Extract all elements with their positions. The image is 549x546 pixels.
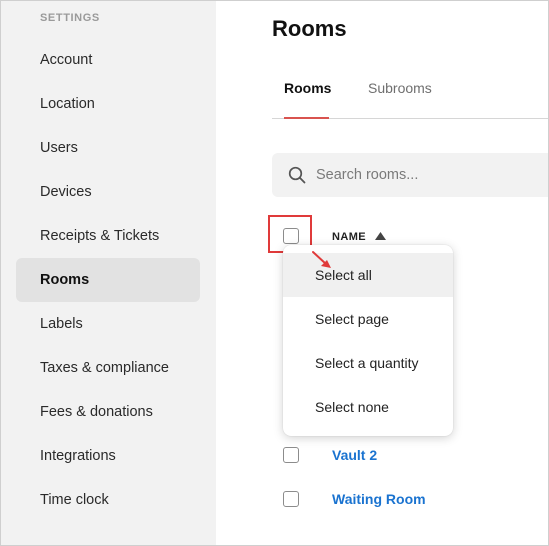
- row-checkbox[interactable]: [283, 447, 299, 463]
- search-input[interactable]: [316, 153, 546, 197]
- select-dropdown-menu: Select all Select page Select a quantity…: [283, 245, 453, 436]
- row-checkbox[interactable]: [283, 491, 299, 507]
- sidebar-item-label: Rooms: [40, 272, 90, 288]
- sidebar-item-fees-donations[interactable]: Fees & donations: [16, 390, 200, 434]
- column-header-name[interactable]: NAME: [332, 231, 366, 243]
- page-title: Rooms: [272, 16, 347, 41]
- menu-item-select-quantity[interactable]: Select a quantity: [283, 341, 453, 385]
- sidebar-item-receipts-tickets[interactable]: Receipts & Tickets: [16, 214, 200, 258]
- sidebar-item-label: Location: [40, 96, 95, 112]
- menu-item-select-all[interactable]: Select all: [283, 253, 453, 297]
- sidebar-item-location[interactable]: Location: [16, 82, 200, 126]
- sidebar-item-label: Devices: [40, 184, 92, 200]
- sidebar-item-label: Fees & donations: [40, 404, 153, 420]
- sidebar-item-label: Users: [40, 140, 78, 156]
- tab-subrooms[interactable]: Subrooms: [368, 80, 432, 96]
- active-tab-indicator: [284, 117, 329, 119]
- sidebar-heading: SETTINGS: [40, 12, 100, 24]
- sidebar-item-time-clock[interactable]: Time clock: [16, 478, 200, 522]
- search-icon: [288, 166, 306, 184]
- menu-item-select-page[interactable]: Select page: [283, 297, 453, 341]
- sidebar-item-label: Receipts & Tickets: [40, 228, 160, 244]
- sidebar-item-users[interactable]: Users: [16, 126, 200, 170]
- sidebar-item-devices[interactable]: Devices: [16, 170, 200, 214]
- sidebar-item-rooms[interactable]: Rooms: [16, 258, 200, 302]
- annotation-arrow-icon: [312, 251, 331, 268]
- search-box[interactable]: [272, 153, 549, 197]
- menu-item-select-none[interactable]: Select none: [283, 385, 453, 429]
- sort-ascending-icon: [375, 232, 386, 240]
- sidebar-item-integrations[interactable]: Integrations: [16, 434, 200, 478]
- sidebar-item-label: Taxes & compliance: [40, 360, 169, 376]
- sidebar-item-label: Account: [40, 52, 93, 68]
- room-link-vault-2[interactable]: Vault 2: [332, 447, 377, 463]
- sidebar-item-label: Time clock: [40, 492, 109, 508]
- sidebar-item-label: Integrations: [40, 448, 116, 464]
- sidebar-item-labels[interactable]: Labels: [16, 302, 200, 346]
- select-all-checkbox[interactable]: [283, 228, 299, 244]
- room-link-waiting-room[interactable]: Waiting Room: [332, 491, 426, 507]
- settings-sidebar: SETTINGS Account Location Users Devices …: [0, 0, 216, 546]
- tab-rooms[interactable]: Rooms: [284, 80, 331, 96]
- sidebar-item-account[interactable]: Account: [16, 38, 200, 82]
- sidebar-item-label: Labels: [40, 316, 83, 332]
- sidebar-item-taxes-compliance[interactable]: Taxes & compliance: [16, 346, 200, 390]
